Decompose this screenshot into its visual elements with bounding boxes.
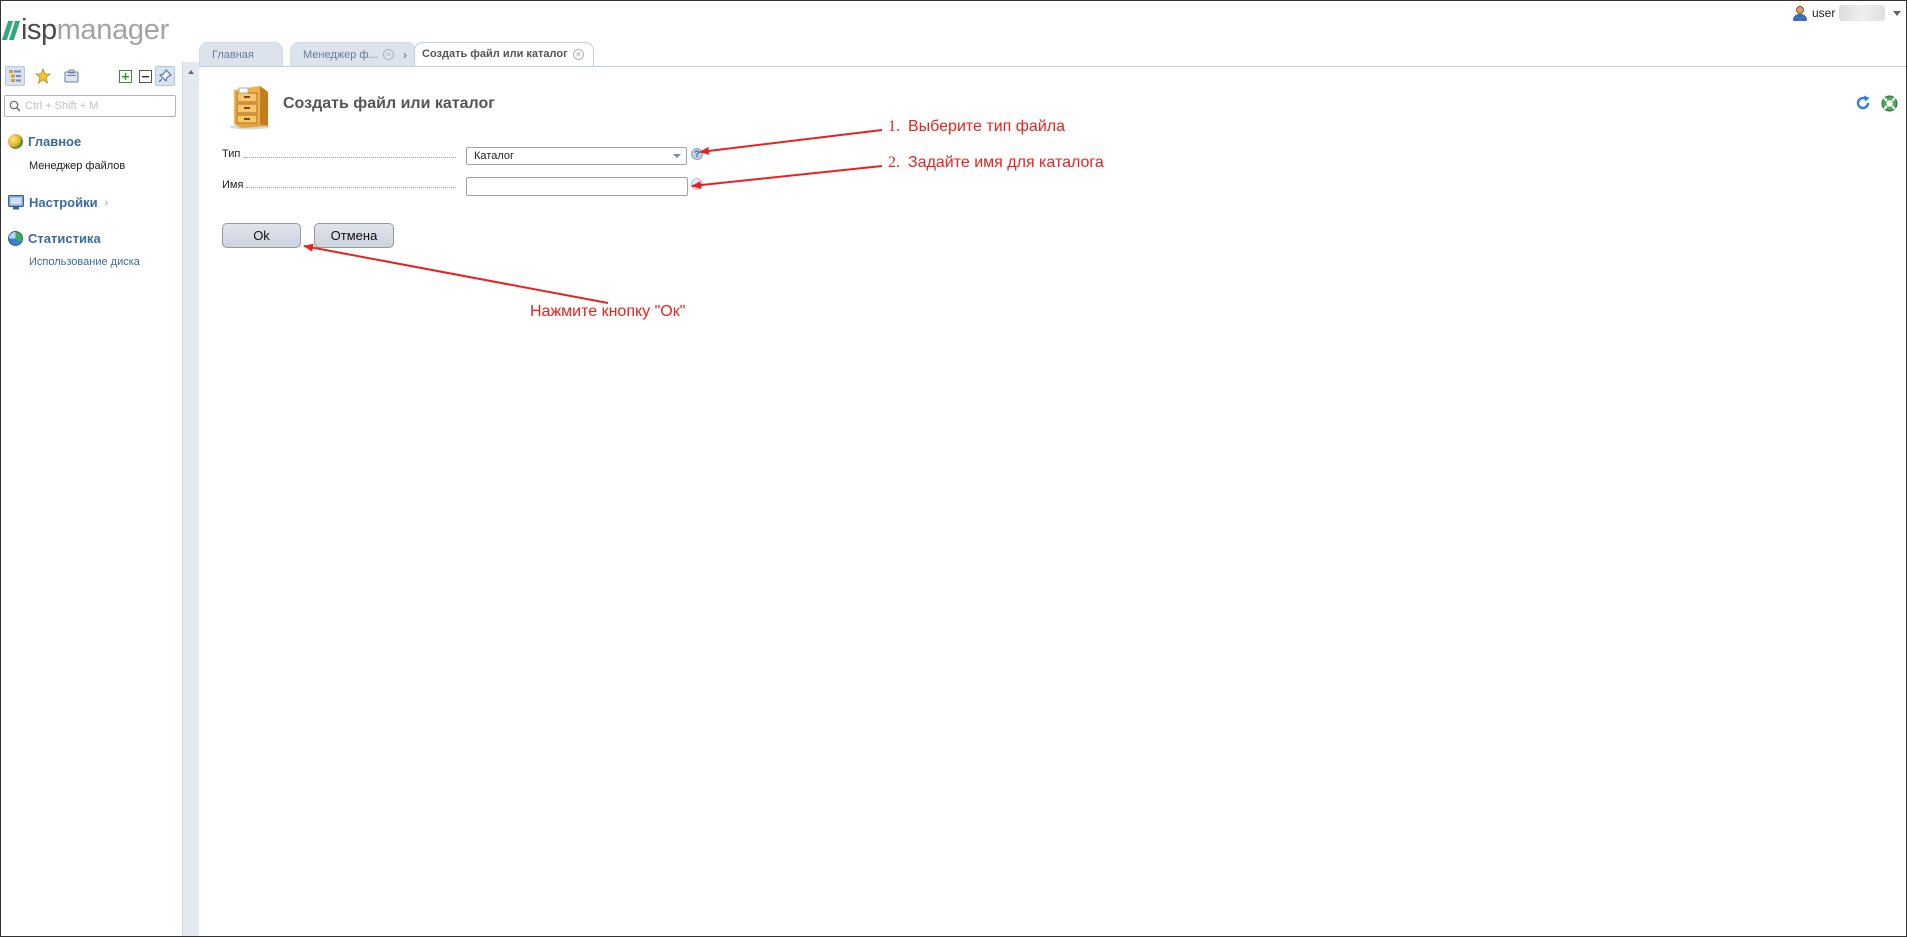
user-name: user: [1812, 6, 1836, 20]
briefcase-icon: [64, 69, 78, 83]
help-icon[interactable]: [1881, 95, 1898, 115]
type-select[interactable]: Каталог: [466, 147, 687, 165]
catalog-button[interactable]: [61, 66, 81, 86]
user-icon: [1792, 5, 1808, 21]
sidebar-group-label: Главное: [28, 134, 82, 149]
logo-text-isp: isp: [21, 13, 57, 46]
ok-button[interactable]: Ok: [222, 223, 301, 248]
name-label: Имя: [222, 179, 244, 191]
tree-view-icon: [9, 70, 21, 82]
star-icon: [35, 68, 51, 84]
minus-box-icon: [138, 69, 152, 83]
sidebar-splitter[interactable]: [182, 62, 199, 936]
name-input[interactable]: [466, 177, 688, 196]
close-icon[interactable]: ×: [573, 49, 584, 60]
tab-bar-divider: [199, 66, 1906, 67]
tab-label: Создать файл или каталог: [422, 48, 568, 60]
expand-all-button[interactable]: [115, 66, 135, 86]
statistics-chart-icon: [8, 231, 23, 246]
cancel-button[interactable]: Отмена: [314, 223, 394, 248]
tab-create-file[interactable]: Создать файл или каталог ×: [414, 42, 594, 66]
chevron-right-icon: ›: [104, 196, 109, 209]
search-input[interactable]: [25, 100, 170, 112]
annotation-number: 1.: [888, 118, 900, 135]
collapse-arrow-icon[interactable]: [188, 70, 194, 74]
search-icon: [9, 100, 21, 112]
file-cabinet-icon: [226, 84, 274, 130]
annotation-3: Нажмите кнопку "Ок": [530, 303, 686, 320]
type-hint-icon[interactable]: ?: [691, 148, 703, 160]
sidebar-group-statistics[interactable]: Статистика: [8, 231, 101, 246]
sidebar-search[interactable]: [4, 95, 176, 117]
pin-sidebar-button[interactable]: [155, 66, 175, 86]
sidebar: Главное Менеджер файлов Настройки › Стат…: [1, 62, 182, 936]
annotation-text: Задайте имя для каталога: [908, 154, 1104, 171]
plus-box-icon: [118, 69, 132, 83]
type-leader-line: [244, 157, 456, 158]
user-menu[interactable]: user: [1792, 5, 1902, 21]
sidebar-item-file-manager[interactable]: Менеджер файлов: [29, 160, 125, 172]
annotation-text: Выберите тип файла: [908, 118, 1065, 135]
sidebar-group-main[interactable]: Главное: [8, 134, 81, 149]
tree-view-button[interactable]: [5, 66, 25, 86]
close-icon[interactable]: ×: [383, 49, 394, 60]
logo[interactable]: isp manager: [1, 13, 170, 46]
name-leader-line: [246, 187, 456, 188]
logo-text-manager: manager: [56, 13, 170, 46]
favorites-button[interactable]: [33, 66, 53, 86]
sidebar-group-label: Настройки: [29, 195, 98, 210]
tab-file-manager[interactable]: Менеджер ф... × ›: [290, 42, 416, 66]
sidebar-group-settings[interactable]: Настройки ›: [8, 195, 108, 210]
settings-monitor-icon: [8, 195, 24, 210]
chevron-right-icon: ›: [403, 48, 407, 62]
chevron-down-icon[interactable]: [1893, 10, 1902, 16]
annotation-arrows: [303, 129, 883, 304]
collapse-all-button[interactable]: [135, 66, 155, 86]
sidebar-group-label: Статистика: [28, 231, 101, 246]
user-name-redacted: [1839, 5, 1886, 21]
arrow-to-type-select: [699, 129, 883, 155]
name-hint-icon[interactable]: [691, 178, 703, 190]
arrow-to-name-input: [691, 165, 883, 190]
annotation-1: 1. Выберите тип файла: [888, 118, 1065, 136]
chevron-down-icon[interactable]: [671, 151, 683, 161]
type-label: Тип: [222, 148, 241, 160]
sidebar-toolbar: [5, 66, 177, 86]
window-frame: [0, 0, 1907, 937]
type-select-value: Каталог: [474, 150, 514, 162]
pin-icon: [158, 69, 172, 83]
tab-main[interactable]: Главная: [199, 42, 283, 66]
annotation-2: 2. Задайте имя для каталога: [888, 154, 1104, 172]
tab-label: Главная: [212, 48, 254, 61]
logo-mark-icon: [1, 20, 21, 40]
refresh-icon[interactable]: [1855, 95, 1871, 114]
page-title: Создать файл или каталог: [283, 95, 495, 112]
sidebar-item-disk-usage[interactable]: Использование диска: [29, 256, 140, 268]
annotation-number: 2.: [888, 154, 900, 171]
arrow-to-ok-button: [303, 243, 609, 304]
home-globe-icon: [8, 134, 23, 149]
tab-label: Менеджер ф...: [303, 48, 378, 61]
